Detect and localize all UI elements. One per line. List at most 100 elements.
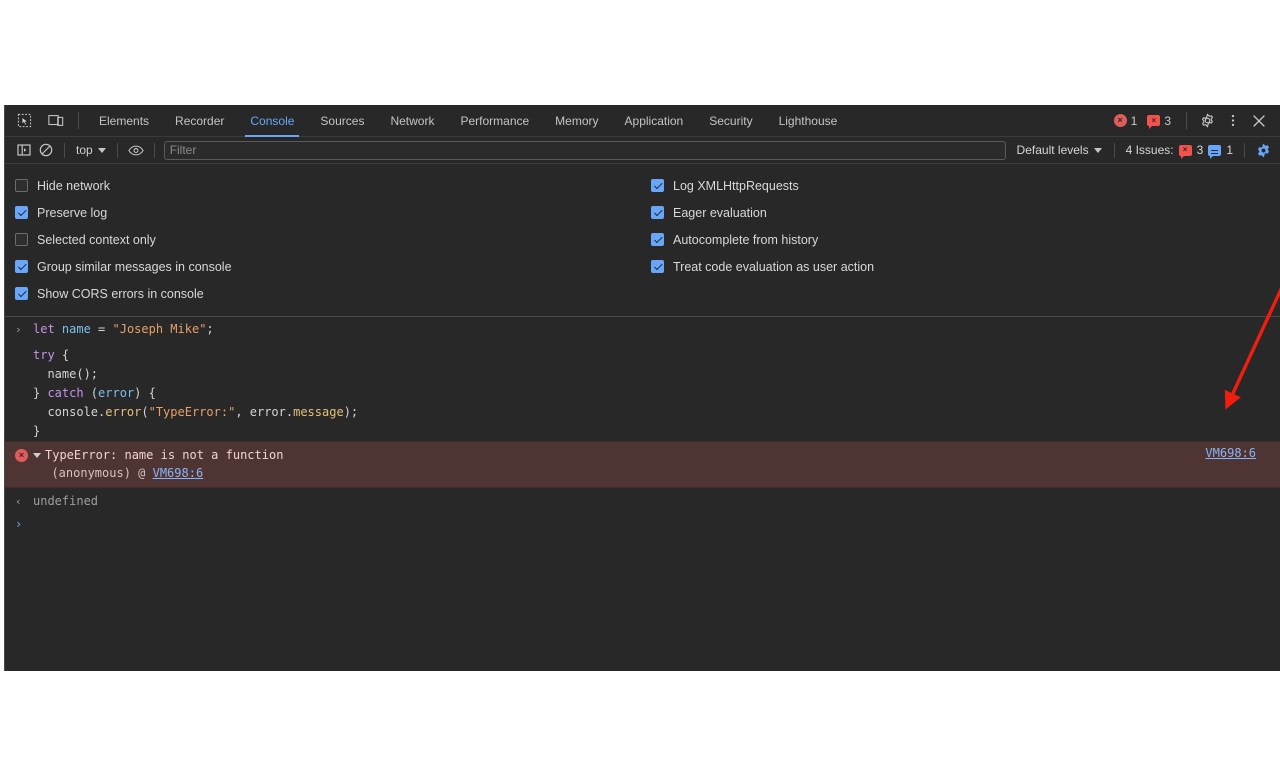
tab-application[interactable]: Application <box>612 105 697 137</box>
console-result-row: ‹ undefined <box>5 492 1280 511</box>
log-levels-selector[interactable]: Default levels <box>1012 143 1107 157</box>
setting-preserve-log[interactable]: Preserve log <box>15 199 650 226</box>
call-paren-open: ( <box>141 405 149 419</box>
issues-label: 4 Issues: <box>1125 143 1174 157</box>
execution-context-selector[interactable]: top <box>72 143 110 157</box>
setting-log-xmlhttprequests[interactable]: Log XMLHttpRequests <box>651 172 1280 199</box>
filterbar-divider-2 <box>116 142 118 158</box>
input-prompt-icon: › <box>15 323 22 336</box>
execution-context-value: top <box>76 143 93 157</box>
console-output[interactable]: › let name = "Joseph Mike"; try { name()… <box>5 317 1280 671</box>
disclosure-triangle-icon[interactable] <box>33 452 41 458</box>
issues-summary[interactable]: 4 Issues: × 3 1 <box>1122 143 1237 159</box>
console-input-code-block: try { name(); } catch (error) { console.… <box>33 346 358 441</box>
error-circle-icon: × <box>1113 114 1127 127</box>
console-error-stack: (anonymous) @ VM698:6 <box>5 464 1280 482</box>
tab-sources[interactable]: Sources <box>307 105 377 137</box>
tab-recorder[interactable]: Recorder <box>162 105 237 137</box>
string-literal-typeerror: "TypeError:" <box>148 405 236 419</box>
setting-hide-network[interactable]: Hide network <box>15 172 650 199</box>
console-error-row[interactable]: × TypeError: name is not a function (ano… <box>5 441 1280 488</box>
close-icon[interactable] <box>1246 109 1272 133</box>
tabbar-divider <box>78 112 79 129</box>
tab-label: Performance <box>460 113 530 128</box>
console-error-source-link[interactable]: VM698:6 <box>1205 446 1256 460</box>
tab-elements[interactable]: Elements <box>86 105 162 137</box>
checkbox-checked-icon[interactable] <box>651 179 664 192</box>
tab-console[interactable]: Console <box>237 105 307 137</box>
checkbox-checked-icon[interactable] <box>651 206 664 219</box>
chevron-down-icon <box>1093 147 1102 153</box>
setting-eager-evaluation[interactable]: Eager evaluation <box>651 199 1280 226</box>
live-expression-eye-icon[interactable] <box>125 140 147 160</box>
operator-equals: = <box>90 322 113 336</box>
tab-memory[interactable]: Memory <box>542 105 611 137</box>
tab-label: Elements <box>99 113 150 128</box>
tab-label: Application <box>624 113 684 128</box>
console-error-header: × TypeError: name is not a function <box>5 446 1280 464</box>
checkbox-checked-icon[interactable] <box>15 287 28 300</box>
console-input-line-1: › let name = "Joseph Mike"; <box>5 317 1280 339</box>
checkbox-checked-icon[interactable] <box>15 206 28 219</box>
clear-console-icon[interactable] <box>35 140 57 160</box>
tab-lighthouse[interactable]: Lighthouse <box>766 105 851 137</box>
console-object: console. <box>33 405 106 419</box>
property-message: message <box>293 405 344 419</box>
keyword-try: try <box>33 348 55 362</box>
string-literal: "Joseph Mike" <box>112 322 207 336</box>
setting-group-similar-messages[interactable]: Group similar messages in console <box>15 253 650 280</box>
devtools-panel: Elements Recorder Console Sources Networ… <box>4 105 1280 671</box>
devtools-tabbar: Elements Recorder Console Sources Networ… <box>5 105 1280 137</box>
identifier-name: name <box>54 322 91 336</box>
device-toolbar-icon[interactable] <box>43 110 69 132</box>
issues-error-count: 3 <box>1196 143 1204 157</box>
checkbox-unchecked-icon[interactable] <box>15 179 28 192</box>
gear-icon[interactable] <box>1194 109 1220 133</box>
settings-column-right: Log XMLHttpRequests Eager evaluation Aut… <box>650 172 1280 307</box>
setting-label: Autocomplete from history <box>673 232 819 247</box>
error-circle-icon: × <box>15 448 28 462</box>
stack-source-link[interactable]: VM698:6 <box>153 464 204 482</box>
identifier-error: error <box>98 386 135 400</box>
stack-frame-label: (anonymous) @ <box>37 466 153 480</box>
console-sidebar-toggle-icon[interactable] <box>13 140 35 160</box>
setting-treat-code-evaluation-as-user-action[interactable]: Treat code evaluation as user action <box>651 253 1280 280</box>
brace-close-catch: } <box>33 386 48 400</box>
settings-column-left: Hide network Preserve log Selected conte… <box>5 172 650 307</box>
tab-performance[interactable]: Performance <box>447 105 542 137</box>
filter-input[interactable] <box>163 140 1006 160</box>
tab-network[interactable]: Network <box>377 105 447 137</box>
call-paren-close: ); <box>343 405 359 419</box>
filterbar-divider-4 <box>1113 142 1115 158</box>
warning-count-value: 3 <box>1164 113 1171 128</box>
info-bubble-icon <box>1208 144 1222 159</box>
warning-count-badge[interactable]: × 3 <box>1147 113 1171 129</box>
checkbox-checked-icon[interactable] <box>651 233 664 246</box>
checkbox-checked-icon[interactable] <box>651 260 664 273</box>
block-end-brace: } <box>33 424 41 438</box>
setting-selected-context-only[interactable]: Selected context only <box>15 226 650 253</box>
tab-label: Network <box>390 113 435 128</box>
setting-label: Log XMLHttpRequests <box>673 178 799 193</box>
console-prompt-row[interactable]: › <box>5 515 1280 534</box>
kebab-menu-icon[interactable] <box>1220 109 1246 133</box>
inspect-element-icon[interactable] <box>11 110 37 132</box>
setting-label: Show CORS errors in console <box>37 286 204 301</box>
tabbar-right-divider <box>1186 112 1187 129</box>
tab-label: Sources <box>320 113 365 128</box>
error-count-badge[interactable]: × 1 <box>1113 114 1137 128</box>
setting-autocomplete-from-history[interactable]: Autocomplete from history <box>651 226 1280 253</box>
filterbar-divider-5 <box>1244 142 1245 158</box>
setting-label: Preserve log <box>37 205 108 220</box>
setting-label: Eager evaluation <box>673 205 767 220</box>
checkbox-checked-icon[interactable] <box>15 260 28 273</box>
setting-label: Group similar messages in console <box>37 259 232 274</box>
result-prompt-icon: ‹ <box>15 495 22 508</box>
log-levels-label: Default levels <box>1016 143 1089 157</box>
console-settings-gear-icon[interactable] <box>1252 140 1274 160</box>
tab-security[interactable]: Security <box>696 105 765 137</box>
setting-show-cors-errors[interactable]: Show CORS errors in console <box>15 280 650 307</box>
checkbox-unchecked-icon[interactable] <box>15 233 28 246</box>
tab-label: Security <box>709 113 753 128</box>
tab-label: Recorder <box>175 113 225 128</box>
